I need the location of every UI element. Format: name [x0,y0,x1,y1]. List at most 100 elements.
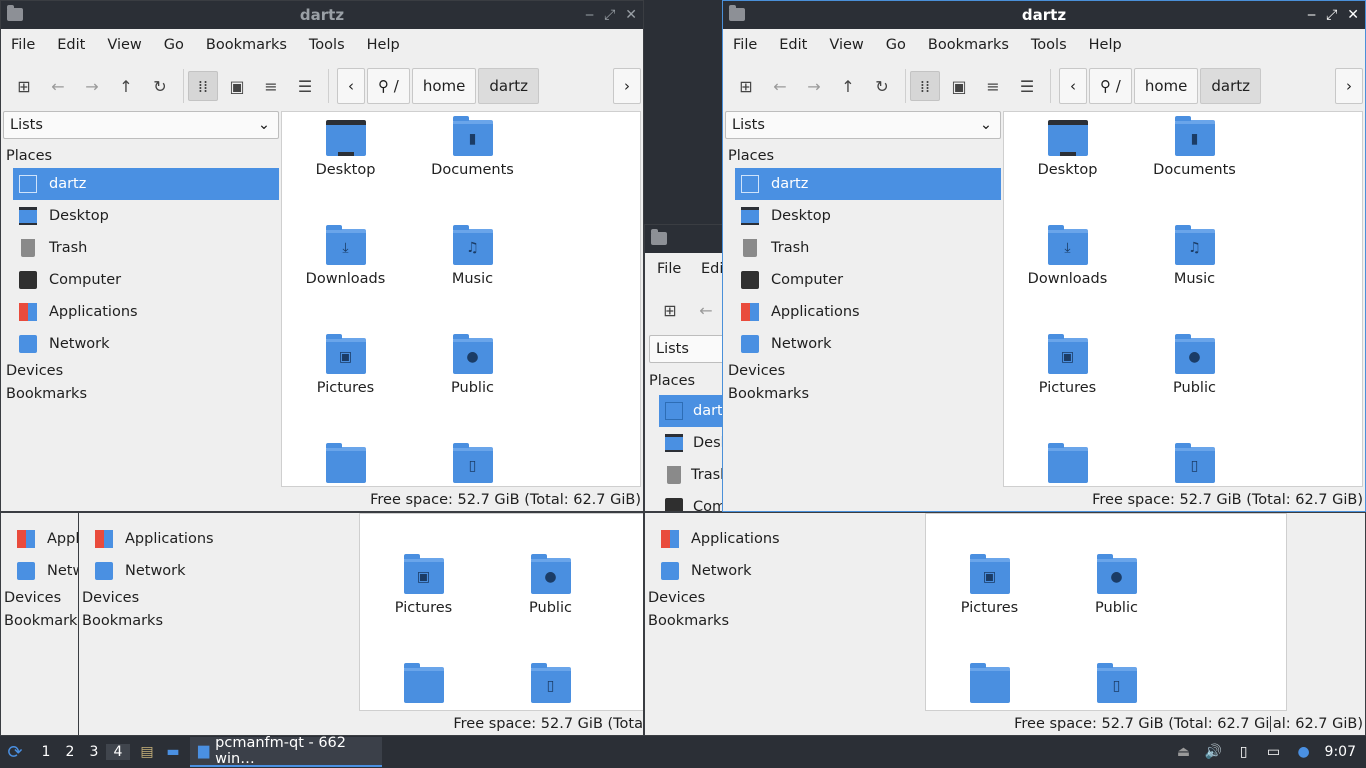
file-item-templates[interactable]: ▯ [1053,663,1180,710]
file-item-documents[interactable]: ▮ Documents [1131,116,1258,229]
back-icon[interactable]: ← [691,295,721,325]
removable-media-icon[interactable]: ⏏ [1175,743,1193,761]
menu-tools[interactable]: Tools [309,37,345,53]
close-icon[interactable]: ✕ [1347,1,1359,29]
file-item-templates[interactable]: ▯ [1131,443,1258,486]
file-item-public[interactable]: ● Public [1131,334,1258,447]
folder-view[interactable]: ▣ Pictures ● Public ▯ [359,513,643,711]
file-item-public[interactable]: ● Public [1053,554,1180,667]
menu-tools[interactable]: Tools [1031,37,1067,53]
menu-view[interactable]: View [829,37,863,53]
forward-icon[interactable]: → [77,71,107,101]
file-item-downloads[interactable]: ⤓ Downloads [282,225,409,338]
file-item-folder[interactable] [360,663,487,710]
places-header[interactable]: Places [649,373,695,389]
workspace-2[interactable]: 2 [58,744,82,760]
icon-view-icon[interactable]: ⁞⁞ [188,71,218,101]
menu-help[interactable]: Help [1089,37,1122,53]
file-item-folder[interactable] [282,443,409,486]
path-scroll-right-button[interactable]: › [1335,68,1363,104]
volume-icon[interactable]: 🔊 [1205,743,1223,761]
menu-file[interactable]: File [11,37,35,53]
places-header[interactable]: Places [3,145,279,168]
maximize-icon[interactable]: ⤢ [604,1,615,29]
workspace-3[interactable]: 3 [82,744,106,760]
file-item-desktop[interactable]: Desktop [1004,120,1131,229]
sidebar-item-dartz[interactable]: dartz [659,395,723,427]
up-icon[interactable]: ↑ [111,71,141,101]
path-dartz-button[interactable]: dartz [478,68,539,104]
file-item-downloads[interactable]: ⤓ Downloads [1004,225,1131,338]
file-item-pictures[interactable]: ▣ Pictures [282,334,409,447]
path-root-button[interactable]: ⚲ / [1089,68,1132,104]
sidebar-item-dartz[interactable]: dartz [13,168,279,200]
path-scroll-right-button[interactable]: › [613,68,641,104]
minimize-icon[interactable]: ‒ [585,1,594,29]
desktop-icon[interactable]: ▬ [160,744,186,760]
devices-header[interactable]: Devices [3,360,279,383]
up-icon[interactable]: ↑ [833,71,863,101]
new-tab-icon[interactable]: ⊞ [731,71,761,101]
forward-icon[interactable]: → [799,71,829,101]
thumbnail-view-icon[interactable]: ▣ [222,71,252,101]
sidebar-item-computer[interactable]: Comp [665,491,723,511]
menu-go[interactable]: Go [886,37,906,53]
file-item-pictures[interactable]: ▣ Pictures [360,554,487,667]
sidebar-item-desktop[interactable]: Desk [665,427,723,459]
bookmarks-header[interactable]: Bookmarks [3,383,279,406]
close-icon[interactable]: ✕ [625,1,637,29]
sidebar-item-applications[interactable]: Appl [1,523,79,555]
maximize-icon[interactable]: ⤢ [1326,1,1337,29]
sidebar-item-applications[interactable]: Applications [725,296,1001,328]
workspace-4[interactable]: 4 [106,744,130,760]
file-item-templates[interactable]: ▯ [487,663,614,710]
folder-view[interactable]: Desktop ▮ Documents ⤓ Downloads ♫ Music ▣ Pi… [1003,111,1363,487]
file-item-documents[interactable]: ▮ Documents [409,116,536,229]
menu-file[interactable]: File [733,37,757,53]
file-item-desktop[interactable]: Desktop [282,120,409,229]
menu-bookmarks[interactable]: Bookmarks [928,37,1009,53]
devices-header[interactable]: Devices [1,587,79,610]
icon-view-icon[interactable]: ⁞⁞ [910,71,940,101]
menu-edit[interactable]: Edit [779,37,807,53]
sidebar-item-network[interactable]: Network [725,328,1001,360]
path-scroll-left-button[interactable]: ‹ [1059,68,1087,104]
clipboard-icon[interactable]: ▯ [1235,743,1253,761]
reload-icon[interactable]: ↻ [867,71,897,101]
sidebar-item-desktop[interactable]: Desktop [725,200,1001,232]
sidebar-item-computer[interactable]: Computer [725,264,1001,296]
path-home-button[interactable]: home [411,68,477,104]
compact-view-icon[interactable]: ≡ [256,71,286,101]
menu-view[interactable]: View [107,37,141,53]
menu-edit[interactable]: Edit [57,37,85,53]
folder-view[interactable]: ▣ Pictures ● Public ▯ [925,513,1287,711]
file-item-pictures[interactable]: ▣ Pictures [1004,334,1131,447]
places-header[interactable]: Places [725,145,1001,168]
titlebar[interactable]: dartz ‒ ⤢ ✕ [1,1,643,29]
file-item-public[interactable]: ● Public [487,554,614,667]
path-root-button[interactable]: ⚲ / [367,68,410,104]
network-icon[interactable]: ▭ [1265,743,1283,761]
path-scroll-left-button[interactable]: ‹ [337,68,365,104]
sidebar-item-desktop[interactable]: Desktop [3,200,279,232]
sidebar-item-trash[interactable]: Trash [3,232,279,264]
minimize-icon[interactable]: ‒ [1307,1,1316,29]
file-item-pictures[interactable]: ▣ Pictures [926,554,1053,667]
menu-logo-icon[interactable]: ⟳ [0,737,30,767]
bookmarks-header[interactable]: Bookmarks [1,610,79,633]
sidebar-item-trash[interactable]: Trash [725,232,1001,264]
menu-go[interactable]: Go [164,37,184,53]
new-tab-icon[interactable]: ⊞ [9,71,39,101]
detailed-list-icon[interactable]: ☰ [290,71,320,101]
notification-icon[interactable]: ● [1295,743,1313,761]
file-item-public[interactable]: ● Public [409,334,536,447]
titlebar[interactable]: dartz ‒ ⤢ ✕ [723,1,1365,29]
file-item-folder[interactable] [1004,443,1131,486]
sidebar-item-dartz[interactable]: dartz [735,168,1001,200]
file-item-templates[interactable]: ▯ [409,443,536,486]
back-icon[interactable]: ← [765,71,795,101]
compact-view-icon[interactable]: ≡ [978,71,1008,101]
file-item-music[interactable]: ♫ Music [1131,225,1258,338]
reload-icon[interactable]: ↻ [145,71,175,101]
menu-bookmarks[interactable]: Bookmarks [206,37,287,53]
